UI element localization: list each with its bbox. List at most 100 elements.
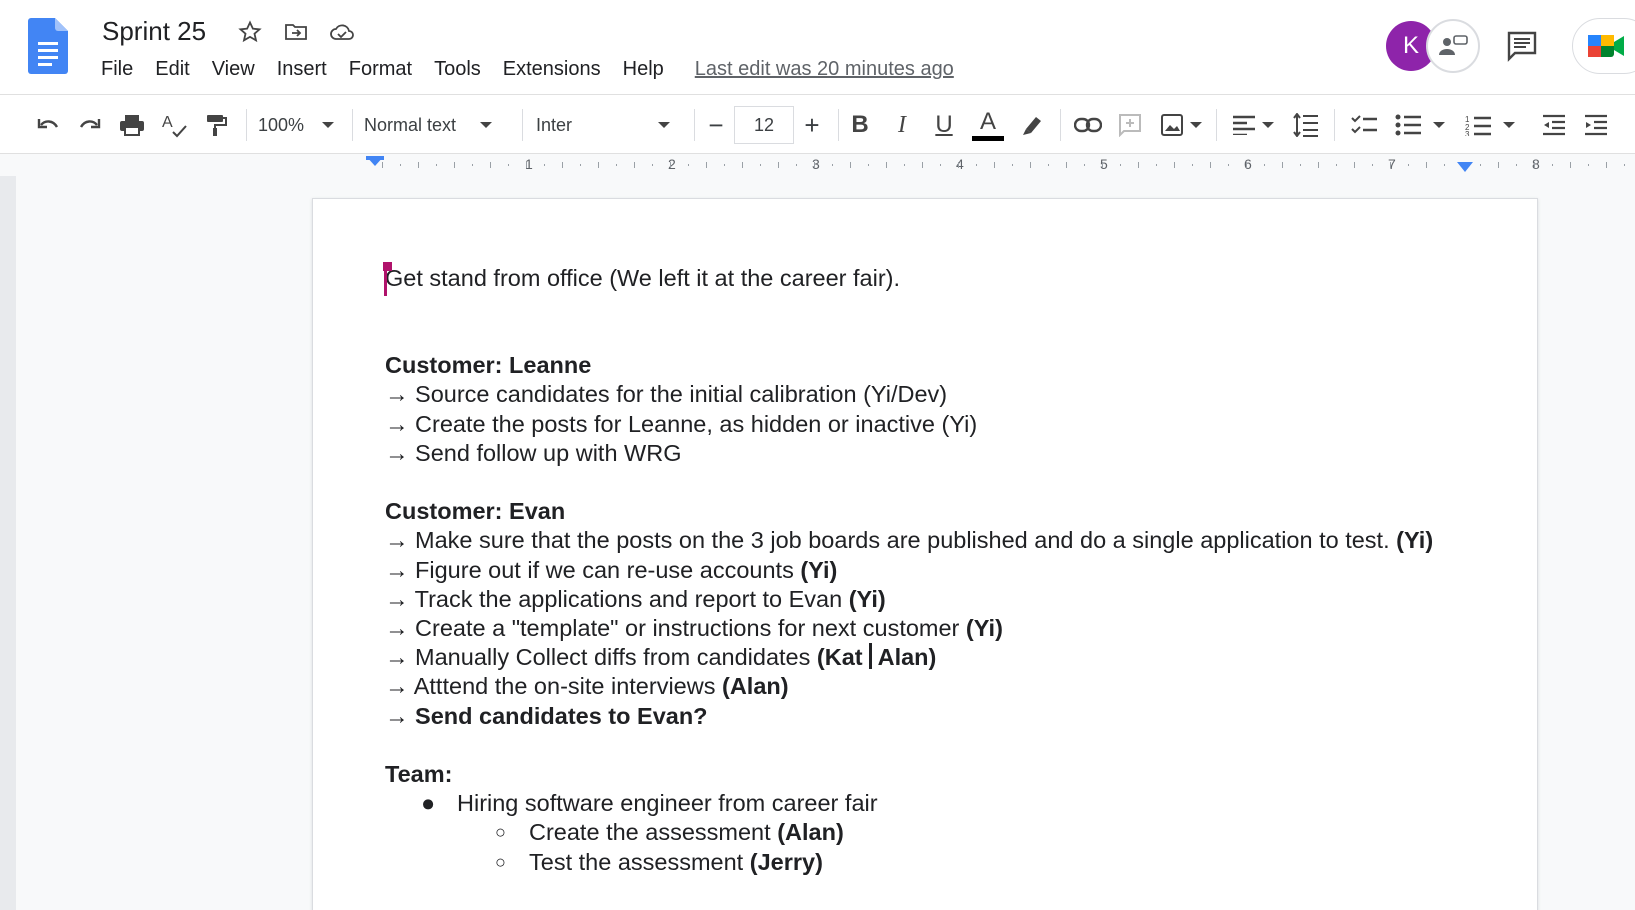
ruler-tick	[544, 164, 545, 166]
line-spacing-icon[interactable]	[1286, 105, 1326, 145]
sub-bullet-marker: ○	[495, 822, 506, 843]
document-body[interactable]: Get stand from office (We left it at the…	[383, 262, 1467, 877]
ruler-tick	[634, 162, 635, 168]
top-bar: Sprint 25 File Edit View Insert Format T…	[0, 0, 1635, 94]
list-item: → Atttend the on-site interviews (Alan)	[385, 673, 789, 700]
ruler-tick	[436, 164, 437, 166]
menu-extensions[interactable]: Extensions	[492, 56, 612, 83]
increase-font-size-button[interactable]: +	[794, 105, 830, 145]
star-icon[interactable]	[236, 18, 264, 46]
redo-icon[interactable]	[72, 105, 108, 145]
spellcheck-icon[interactable]: A	[156, 105, 192, 145]
ruler-tick	[868, 164, 869, 166]
ruler-tick	[652, 164, 653, 166]
docs-logo-icon[interactable]	[28, 18, 68, 74]
ruler[interactable]: 1 2 3 4 5 6 7 8	[312, 154, 1625, 176]
left-indent-marker[interactable]	[366, 156, 384, 166]
ruler-tick	[1336, 164, 1337, 166]
ruler-tick	[1030, 162, 1031, 168]
section-heading: Team:	[385, 761, 453, 788]
ruler-tick	[1282, 162, 1283, 168]
checklist-icon[interactable]	[1346, 105, 1382, 145]
right-indent-marker[interactable]	[1457, 162, 1473, 172]
bulleted-list-icon[interactable]	[1390, 105, 1450, 145]
ruler-tick	[562, 162, 563, 168]
undo-icon[interactable]	[30, 105, 66, 145]
meet-icon[interactable]	[1572, 18, 1635, 74]
ruler-tick	[580, 164, 581, 166]
menu-insert[interactable]: Insert	[266, 56, 338, 83]
ruler-tick	[598, 162, 599, 168]
decrease-font-size-button[interactable]: −	[698, 105, 734, 145]
print-icon[interactable]	[114, 105, 150, 145]
left-margin-strip	[0, 176, 16, 910]
ruler-tick	[1516, 164, 1517, 166]
italic-button[interactable]: I	[884, 105, 920, 145]
comment-icon[interactable]	[1504, 28, 1540, 64]
toolbar: A 100% Normal text Inter − 12 + B I U A	[0, 94, 1635, 154]
section-heading: Customer: Leanne	[385, 352, 592, 379]
ruler-tick	[1552, 164, 1553, 166]
menu-bar: File Edit View Insert Format Tools Exten…	[90, 56, 954, 83]
menu-tools[interactable]: Tools	[423, 56, 492, 83]
svg-text:A: A	[162, 114, 173, 131]
insert-image-icon[interactable]	[1154, 105, 1208, 145]
highlight-icon[interactable]	[1014, 105, 1050, 145]
ruler-tick	[1588, 164, 1589, 166]
decrease-indent-icon[interactable]	[1536, 105, 1572, 145]
ruler-tick	[922, 162, 923, 168]
numbered-list-icon[interactable]: 123	[1460, 105, 1520, 145]
underline-button[interactable]: U	[926, 105, 962, 145]
ruler-tick	[1138, 162, 1139, 168]
font-select[interactable]: Inter	[536, 105, 686, 145]
last-edit-link[interactable]: Last edit was 20 minutes ago	[695, 58, 954, 81]
ruler-tick	[1624, 164, 1625, 166]
ruler-tick	[1066, 162, 1067, 168]
ruler-tick	[1246, 162, 1247, 168]
paint-format-icon[interactable]	[198, 105, 234, 145]
text-color-button[interactable]: A	[968, 105, 1008, 145]
ruler-tick	[400, 164, 401, 166]
list-item: → Manually Collect diffs from candidates…	[385, 643, 937, 671]
bullet-item: ● Hiring software engineer from career fa…	[385, 789, 1467, 818]
menu-edit[interactable]: Edit	[144, 56, 200, 83]
ruler-tick	[814, 162, 815, 168]
font-size-input[interactable]: 12	[734, 106, 794, 144]
ruler-tick	[1300, 164, 1301, 166]
ruler-tick	[1264, 164, 1265, 166]
list-item: → Source candidates for the initial cali…	[385, 381, 948, 408]
collaborator-icon[interactable]	[1426, 19, 1480, 73]
menu-help[interactable]: Help	[612, 56, 675, 83]
ruler-tick	[688, 164, 689, 166]
ruler-tick	[418, 162, 419, 168]
menu-file[interactable]: File	[90, 56, 144, 83]
menu-view[interactable]: View	[201, 56, 266, 83]
ruler-tick	[1354, 162, 1355, 168]
menu-format[interactable]: Format	[338, 56, 423, 83]
ruler-tick	[1444, 164, 1445, 166]
move-folder-icon[interactable]	[282, 18, 310, 46]
paragraph-style-select[interactable]: Normal text	[364, 105, 514, 145]
cloud-saved-icon[interactable]	[328, 18, 356, 46]
ruler-tick	[454, 162, 455, 168]
ruler-tick	[526, 162, 527, 168]
ruler-tick	[886, 162, 887, 168]
bullet-marker: ●	[421, 790, 436, 817]
add-comment-icon[interactable]	[1112, 105, 1148, 145]
align-left-icon[interactable]	[1226, 105, 1280, 145]
document-page[interactable]: Get stand from office (We left it at the…	[312, 198, 1538, 910]
ruler-tick	[490, 162, 491, 168]
ruler-tick	[760, 164, 761, 166]
ruler-tick	[940, 164, 941, 166]
collaborator-cursor	[384, 265, 387, 296]
ruler-tick	[706, 162, 707, 168]
increase-indent-icon[interactable]	[1578, 105, 1614, 145]
zoom-select[interactable]: 100%	[258, 105, 344, 145]
ruler-tick	[1534, 162, 1535, 168]
list-item: → Send candidates to Evan?	[385, 702, 708, 729]
bold-button[interactable]: B	[842, 105, 878, 145]
document-title[interactable]: Sprint 25	[102, 16, 206, 47]
list-item: → Make sure that the posts on the 3 job …	[385, 527, 1434, 554]
link-icon[interactable]	[1070, 105, 1106, 145]
ruler-tick	[1408, 164, 1409, 166]
